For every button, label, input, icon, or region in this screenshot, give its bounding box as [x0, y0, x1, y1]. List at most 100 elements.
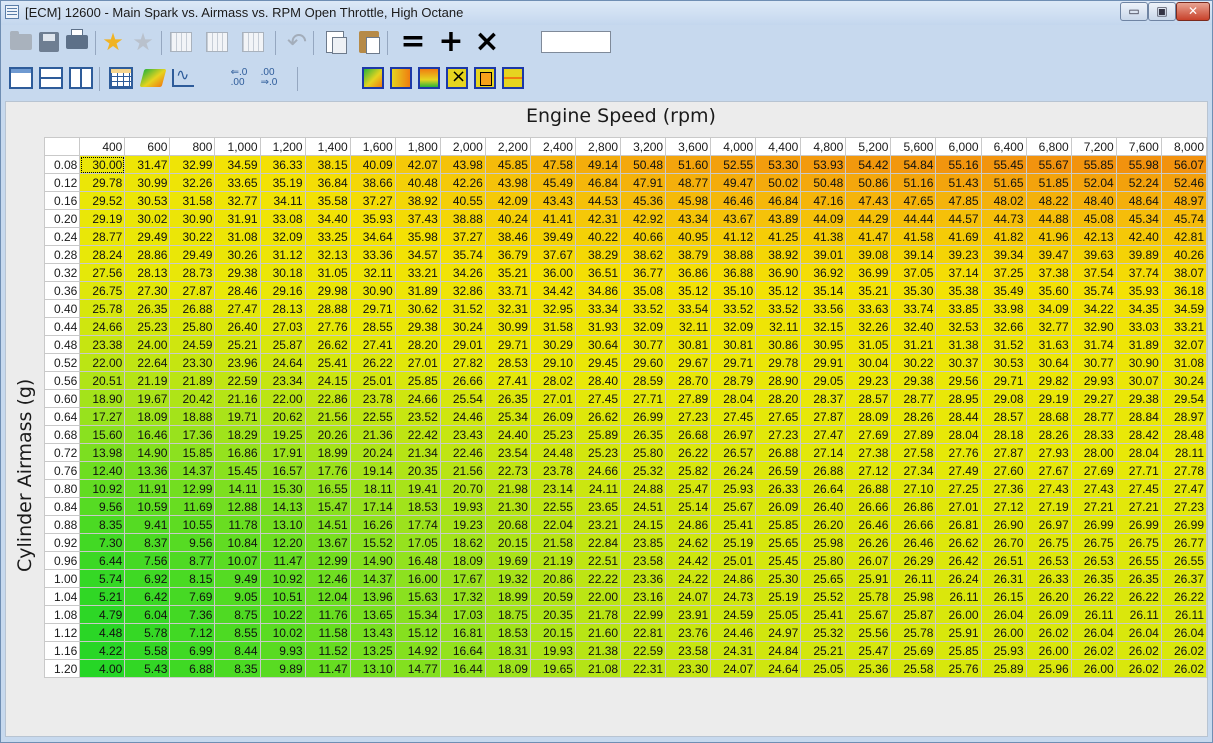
table-cell[interactable]: 14.90 — [124, 443, 171, 462]
table-cell[interactable]: 24.31 — [710, 641, 757, 660]
table-cell[interactable]: 30.22 — [890, 353, 937, 372]
open-folder-icon[interactable] — [7, 27, 35, 57]
table-cell[interactable]: 28.44 — [935, 407, 982, 426]
table-cell[interactable]: 29.54 — [1160, 389, 1208, 408]
table-cell[interactable]: 33.08 — [259, 209, 306, 228]
table-cell[interactable]: 32.26 — [845, 317, 892, 336]
table-cell[interactable]: 45.74 — [1160, 209, 1208, 228]
print-icon[interactable] — [63, 27, 91, 57]
table-cell[interactable]: 23.54 — [484, 443, 531, 462]
table-cell[interactable]: 29.91 — [800, 353, 847, 372]
table-cell[interactable]: 19.93 — [439, 497, 486, 516]
table-cell[interactable]: 24.42 — [665, 551, 712, 570]
operation-value-input[interactable] — [541, 31, 611, 53]
table-cell[interactable]: 29.05 — [800, 371, 847, 390]
table-cell[interactable]: 15.52 — [349, 533, 396, 552]
table-cell[interactable]: 34.42 — [529, 281, 576, 300]
table-cell[interactable]: 7.30 — [79, 533, 126, 552]
table-cell[interactable]: 26.37 — [1160, 569, 1208, 588]
table-cell[interactable]: 32.07 — [1160, 335, 1208, 354]
table-cell[interactable]: 13.98 — [79, 443, 126, 462]
table-cell[interactable]: 23.21 — [574, 515, 622, 534]
table-cell[interactable]: 39.89 — [1115, 245, 1162, 264]
table-cell[interactable]: 26.64 — [800, 479, 847, 498]
table-cell[interactable]: 32.77 — [214, 191, 261, 210]
table-cell[interactable]: 52.04 — [1070, 173, 1117, 192]
table-cell[interactable]: 25.52 — [800, 587, 847, 606]
table-cell[interactable]: 26.90 — [980, 515, 1027, 534]
table-cell[interactable]: 25.78 — [79, 299, 126, 318]
table-cell[interactable]: 26.04 — [1115, 623, 1162, 642]
table-cell[interactable]: 48.97 — [1160, 191, 1208, 210]
table-cell[interactable]: 38.92 — [394, 191, 441, 210]
table-cell[interactable]: 33.85 — [935, 299, 982, 318]
table-cell[interactable]: 34.11 — [259, 191, 306, 210]
table-cell[interactable]: 27.47 — [1160, 479, 1208, 498]
table-cell[interactable]: 12.04 — [304, 587, 351, 606]
table-cell[interactable]: 18.09 — [124, 407, 171, 426]
table-cell[interactable]: 26.46 — [890, 533, 937, 552]
table-cell[interactable]: 14.11 — [214, 479, 261, 498]
table-cell[interactable]: 27.45 — [1115, 479, 1162, 498]
table-cell[interactable]: 29.60 — [620, 353, 667, 372]
table-cell[interactable]: 35.93 — [349, 209, 396, 228]
table-cell[interactable]: 36.51 — [574, 263, 622, 282]
table-cell[interactable]: 14.37 — [349, 569, 396, 588]
table-cell[interactable]: 29.38 — [394, 317, 441, 336]
table-cell[interactable]: 33.52 — [710, 299, 757, 318]
increase-decimals-icon[interactable]: .00 ⇒.0 — [255, 63, 283, 93]
table-cell[interactable]: 15.85 — [169, 443, 216, 462]
table-cell[interactable]: 41.38 — [800, 227, 847, 246]
table-cell[interactable]: 30.90 — [1115, 353, 1162, 372]
table-cell[interactable]: 15.60 — [79, 425, 126, 444]
table-cell[interactable]: 26.20 — [800, 515, 847, 534]
table-cell[interactable]: 41.58 — [890, 227, 937, 246]
table-cell[interactable]: 21.30 — [484, 497, 531, 516]
table-cell[interactable]: 19.93 — [529, 641, 576, 660]
table-cell[interactable]: 42.26 — [439, 173, 486, 192]
table-view-icon[interactable] — [107, 63, 135, 93]
compare-grid-icon[interactable] — [167, 27, 195, 57]
table-cell[interactable]: 28.20 — [394, 335, 441, 354]
table-cell[interactable]: 26.15 — [980, 587, 1027, 606]
table-cell[interactable]: 30.53 — [124, 191, 171, 210]
add-favorite-star-icon[interactable]: ★ — [99, 27, 127, 57]
table-cell[interactable]: 15.47 — [304, 497, 351, 516]
table-cell[interactable]: 18.53 — [484, 623, 531, 642]
table-cell[interactable]: 45.49 — [529, 173, 576, 192]
table-cell[interactable]: 35.74 — [439, 245, 486, 264]
table-cell[interactable]: 53.30 — [755, 155, 802, 174]
table-cell[interactable]: 19.71 — [214, 407, 261, 426]
table-cell[interactable]: 29.27 — [1070, 389, 1117, 408]
table-cell[interactable]: 26.04 — [1070, 623, 1117, 642]
table-cell[interactable]: 33.52 — [620, 299, 667, 318]
table-cell[interactable]: 29.38 — [1115, 389, 1162, 408]
table-cell[interactable]: 24.46 — [710, 623, 757, 642]
table-cell[interactable]: 27.76 — [304, 317, 351, 336]
table-cell[interactable]: 33.63 — [845, 299, 892, 318]
table-cell[interactable]: 35.19 — [259, 173, 306, 192]
view-split-vertical-icon[interactable] — [67, 63, 95, 93]
table-cell[interactable]: 39.14 — [890, 245, 937, 264]
table-cell[interactable]: 14.13 — [259, 497, 306, 516]
table-cell[interactable]: 49.14 — [574, 155, 622, 174]
table-cell[interactable]: 19.69 — [484, 551, 531, 570]
table-cell[interactable]: 27.21 — [1115, 497, 1162, 516]
table-cell[interactable]: 12.99 — [169, 479, 216, 498]
table-cell[interactable]: 27.03 — [259, 317, 306, 336]
table-cell[interactable]: 13.67 — [304, 533, 351, 552]
table-cell[interactable]: 44.73 — [980, 209, 1027, 228]
table-cell[interactable]: 11.52 — [304, 641, 351, 660]
table-cell[interactable]: 33.25 — [304, 227, 351, 246]
table-cell[interactable]: 32.40 — [890, 317, 937, 336]
table-cell[interactable]: 23.14 — [529, 479, 576, 498]
table-cell[interactable]: 30.62 — [394, 299, 441, 318]
table-cell[interactable]: 30.99 — [124, 173, 171, 192]
table-cell[interactable]: 40.48 — [394, 173, 441, 192]
table-cell[interactable]: 33.21 — [1160, 317, 1208, 336]
table-cell[interactable]: 25.91 — [845, 569, 892, 588]
table-cell[interactable]: 30.24 — [439, 317, 486, 336]
table-cell[interactable]: 32.09 — [259, 227, 306, 246]
table-cell[interactable]: 25.23 — [529, 425, 576, 444]
table-cell[interactable]: 27.01 — [529, 389, 576, 408]
